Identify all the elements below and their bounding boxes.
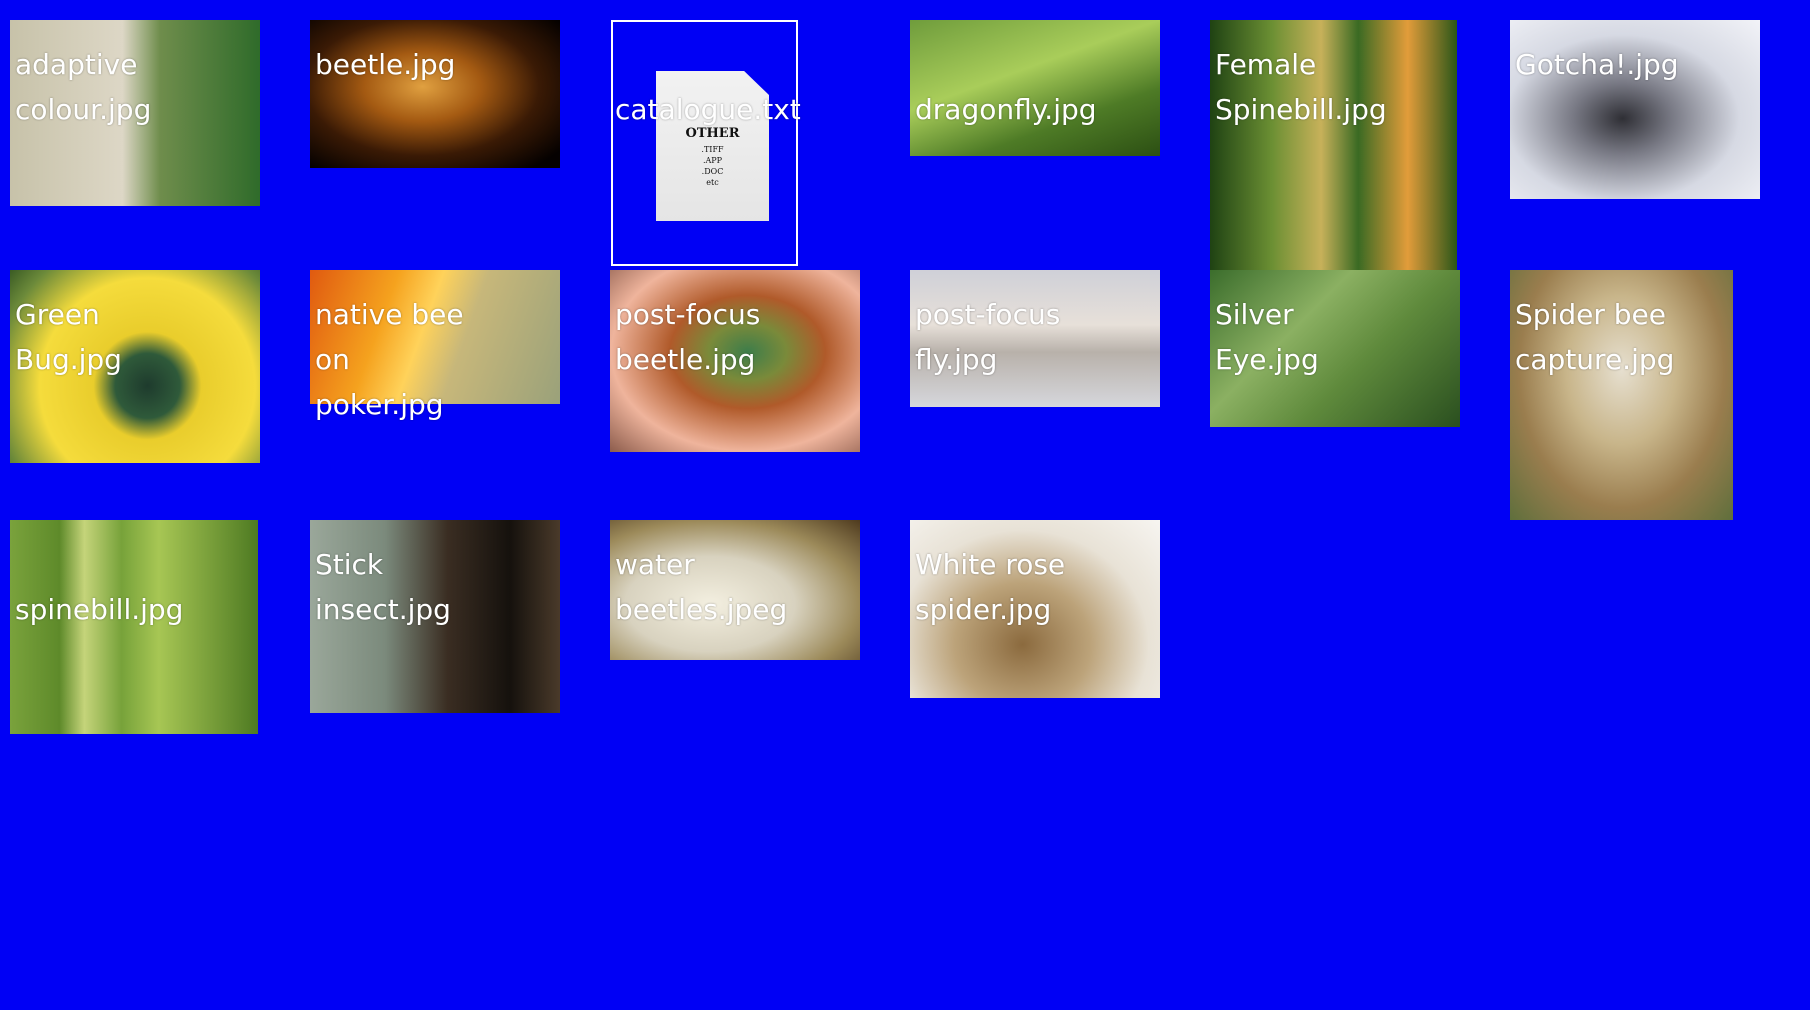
file-icon-post-focus-beetle[interactable]: post-focus beetle.jpg — [610, 270, 860, 452]
thumbnail-image — [310, 20, 560, 168]
file-icon-water-beetles[interactable]: water beetles.jpeg — [610, 520, 860, 660]
thumbnail-image — [610, 270, 860, 452]
text-document-icon: OTHER .TIFF .APP .DOC etc — [656, 71, 769, 221]
thumbnail-image — [610, 520, 860, 660]
file-icon-adaptive-colour[interactable]: adaptive colour.jpg — [10, 20, 260, 206]
file-icon-native-bee[interactable]: native bee on poker.jpg — [310, 270, 560, 421]
thumbnail-image — [910, 520, 1160, 698]
file-icon-female-spinebill[interactable]: Female Spinebill.jpg — [1210, 20, 1457, 270]
file-icon-spider-bee-capture[interactable]: Spider bee capture.jpg — [1510, 270, 1733, 520]
thumbnail-image — [310, 520, 560, 713]
thumbnail-image — [10, 270, 260, 463]
thumbnail-image — [1210, 20, 1457, 270]
file-icon-silver-eye[interactable]: Silver Eye.jpg — [1210, 270, 1460, 427]
file-icon-white-rose-spider[interactable]: White rose spider.jpg — [910, 520, 1160, 698]
thumbnail-image — [1210, 270, 1460, 427]
thumbnail-image — [1510, 20, 1760, 199]
file-icon-beetle[interactable]: beetle.jpg — [310, 20, 560, 168]
thumbnail-image — [1510, 270, 1733, 520]
thumbnail-image — [10, 520, 258, 734]
file-icon-stick-insect[interactable]: Stick insect.jpg — [310, 520, 560, 713]
file-icon-dragonfly[interactable]: dragonfly.jpg — [910, 20, 1160, 156]
file-icon-spinebill[interactable]: spinebill.jpg — [10, 520, 258, 734]
thumbnail-image — [910, 270, 1160, 407]
file-icon-green-bug[interactable]: Green Bug.jpg — [10, 270, 260, 463]
file-icon-gotcha[interactable]: Gotcha!.jpg — [1510, 20, 1760, 199]
thumbnail-image — [10, 20, 260, 206]
file-icon-catalogue[interactable]: OTHER .TIFF .APP .DOC etc catalogue.txt — [611, 20, 801, 266]
thumbnail-image — [310, 270, 560, 404]
file-icon-post-focus-fly[interactable]: post-focus fly.jpg — [910, 270, 1160, 407]
thumbnail-image — [910, 20, 1160, 156]
